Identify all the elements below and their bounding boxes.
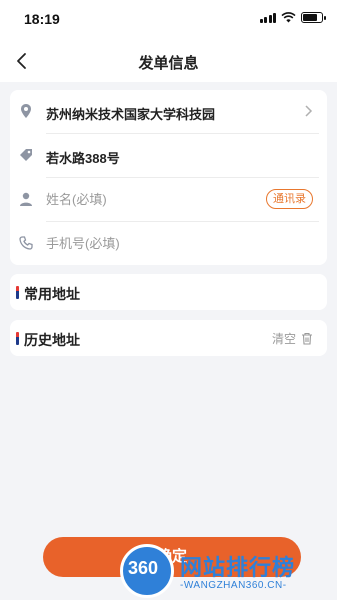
section-marker [16, 332, 19, 345]
chevron-right-icon [305, 105, 313, 117]
common-address-section[interactable]: 常用地址 [10, 274, 327, 310]
common-address-title: 常用地址 [24, 286, 80, 302]
phone-icon [19, 236, 33, 250]
tag-icon [20, 149, 32, 161]
watermark-logo: 360 网站排行榜 -WANGZHAN360.CN- [120, 544, 337, 600]
address-card: 苏州纳米技术国家大学科技园 若水路388号 通讯录 [10, 90, 327, 265]
phone-input[interactable] [46, 236, 266, 251]
status-icons [259, 12, 326, 23]
history-address-section: 历史地址 清空 [10, 320, 327, 356]
contacts-button[interactable]: 通讯录 [266, 189, 313, 209]
address-detail-text: 若水路388号 [46, 151, 120, 166]
address-row[interactable]: 苏州纳米技术国家大学科技园 [10, 90, 327, 134]
watermark-logo-text: 360 [128, 558, 159, 578]
history-address-title: 历史地址 [24, 332, 80, 348]
battery-icon [301, 12, 326, 23]
section-marker [16, 286, 19, 299]
signal-icon [259, 12, 276, 23]
wifi-icon [281, 12, 296, 23]
status-bar: 18:19 [0, 0, 337, 40]
status-time: 18:19 [24, 11, 60, 27]
trash-icon [302, 332, 312, 345]
address-text: 苏州纳米技术国家大学科技园 [46, 107, 216, 122]
page-title: 发单信息 [138, 55, 199, 72]
address-detail-row[interactable]: 若水路388号 [10, 134, 327, 178]
person-icon [20, 192, 32, 206]
name-row: 通讯录 [10, 178, 327, 222]
location-pin-icon [21, 104, 31, 118]
clear-history-button[interactable]: 清空 [272, 330, 313, 347]
clear-label: 清空 [271, 332, 296, 346]
nav-bar: 发单信息 [0, 40, 337, 82]
watermark-url: -WANGZHAN360.CN- [180, 580, 287, 591]
phone-row [10, 222, 327, 266]
name-input[interactable] [46, 192, 266, 207]
watermark-name: 网站排行榜 [180, 555, 296, 580]
